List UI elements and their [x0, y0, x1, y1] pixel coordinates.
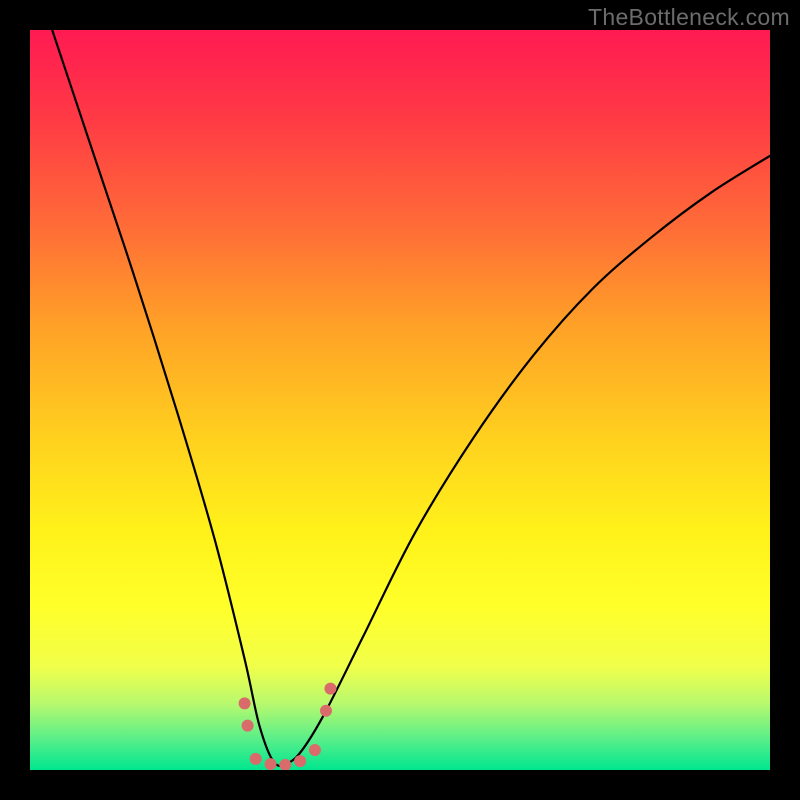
- trough-marker: [279, 759, 291, 770]
- trough-marker: [242, 720, 254, 732]
- trough-marker: [320, 705, 332, 717]
- trough-marker: [250, 753, 262, 765]
- watermark-text: TheBottleneck.com: [588, 4, 790, 31]
- trough-marker: [294, 755, 306, 767]
- chart-plot-area: [30, 30, 770, 770]
- bottleneck-curve-svg: [30, 30, 770, 770]
- bottleneck-curve-path: [52, 30, 770, 766]
- trough-marker: [239, 697, 251, 709]
- trough-marker: [309, 744, 321, 756]
- trough-marker: [324, 683, 336, 695]
- trough-marker: [265, 758, 277, 770]
